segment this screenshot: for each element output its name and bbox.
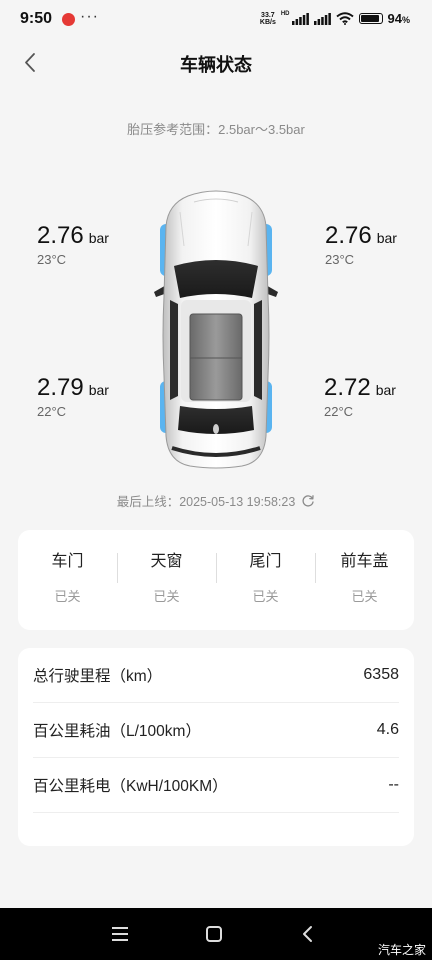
page-header: 车辆状态	[0, 40, 432, 84]
home-icon[interactable]	[202, 922, 226, 946]
signal-icon-2	[313, 12, 331, 25]
tire-front-left: 2.76 bar 23°C	[37, 222, 137, 267]
network-speed-value: 33.7	[261, 11, 275, 19]
signal-icon	[291, 12, 309, 25]
tire-rear-right: 2.72 bar 22°C	[324, 374, 424, 419]
more-notifications-icon: ···	[80, 8, 99, 25]
last-online-text: 最后上线：2025-05-13 19:58:23	[116, 495, 296, 509]
driving-stats-card: 总行驶里程（km） 6358 百公里耗油（L/100km） 4.6 百公里耗电（…	[18, 648, 414, 846]
status-tailgate: 尾门 已关	[216, 530, 315, 630]
notification-icon	[62, 13, 75, 26]
hd-label: HD	[280, 11, 290, 17]
status-hood: 前车盖 已关	[315, 530, 414, 630]
battery-percent: 94%	[387, 11, 410, 26]
status-time: 9:50	[20, 10, 53, 27]
status-label: 前车盖	[340, 553, 389, 570]
back-nav-icon[interactable]	[296, 922, 320, 946]
stat-value: --	[388, 776, 399, 793]
watermark: 汽车之家	[377, 943, 426, 957]
tire-pressure-unit: bar	[88, 382, 109, 398]
status-indicators: 33.7 KB/s HD 94%	[260, 11, 410, 26]
status-sunroof: 天窗 已关	[117, 530, 216, 630]
status-label: 车门	[51, 553, 84, 570]
tire-pressure-range: 胎压参考范围：2.5bar～3.5bar	[127, 122, 305, 137]
status-label: 尾门	[249, 553, 282, 570]
tire-pressure-value: 2.76	[37, 222, 84, 249]
page-title: 车辆状态	[180, 55, 252, 75]
vehicle-status-card: 车门 已关 天窗 已关 尾门 已关 前车盖 已关	[18, 530, 414, 630]
tire-temperature: 22°C	[324, 404, 354, 419]
last-online: 最后上线：2025-05-13 19:58:23	[0, 491, 432, 510]
tire-pressure-value: 2.76	[325, 222, 372, 249]
stat-row-electricity: 百公里耗电（KwH/100KM） --	[33, 758, 399, 813]
refresh-icon[interactable]	[301, 494, 315, 508]
stat-row-mileage: 总行驶里程（km） 6358	[33, 648, 399, 703]
stat-value: 6358	[363, 666, 399, 683]
stat-label: 百公里耗油（L/100km）	[33, 723, 201, 740]
battery-level-fill	[360, 15, 380, 22]
status-label: 天窗	[150, 553, 183, 570]
status-value: 已关	[252, 589, 279, 604]
car-illustration	[154, 190, 278, 469]
battery-icon	[358, 13, 383, 24]
menu-icon[interactable]	[108, 922, 132, 946]
tire-rear-left: 2.79 bar 22°C	[37, 374, 137, 419]
tire-pressure-unit: bar	[376, 230, 397, 246]
network-speed-unit: KB/s	[259, 18, 276, 26]
status-door: 车门 已关	[18, 530, 117, 630]
stat-label: 总行驶里程（km）	[33, 668, 163, 685]
tire-temperature: 22°C	[37, 404, 67, 419]
status-value: 已关	[351, 589, 378, 604]
car-top-view	[148, 186, 284, 470]
tire-pressure-unit: bar	[375, 382, 396, 398]
tire-temperature: 23°C	[37, 252, 67, 267]
tire-pressure-unit: bar	[88, 230, 109, 246]
tire-pressure-value: 2.79	[37, 374, 84, 401]
tire-temperature: 23°C	[325, 252, 355, 267]
stat-value: 4.6	[376, 721, 399, 738]
status-bar: 9:50 ··· 33.7 KB/s HD 94%	[0, 0, 432, 40]
wifi-icon	[335, 12, 354, 25]
tire-front-right: 2.76 bar 23°C	[325, 222, 425, 267]
status-value: 已关	[54, 589, 81, 604]
stat-label: 百公里耗电（KwH/100KM）	[33, 778, 228, 795]
tire-pressure-value: 2.72	[324, 374, 371, 401]
network-speed: 33.7 KB/s	[260, 12, 276, 26]
stat-row-fuel: 百公里耗油（L/100km） 4.6	[33, 703, 399, 758]
system-nav-bar: 汽车之家	[0, 908, 432, 960]
status-value: 已关	[153, 589, 180, 604]
